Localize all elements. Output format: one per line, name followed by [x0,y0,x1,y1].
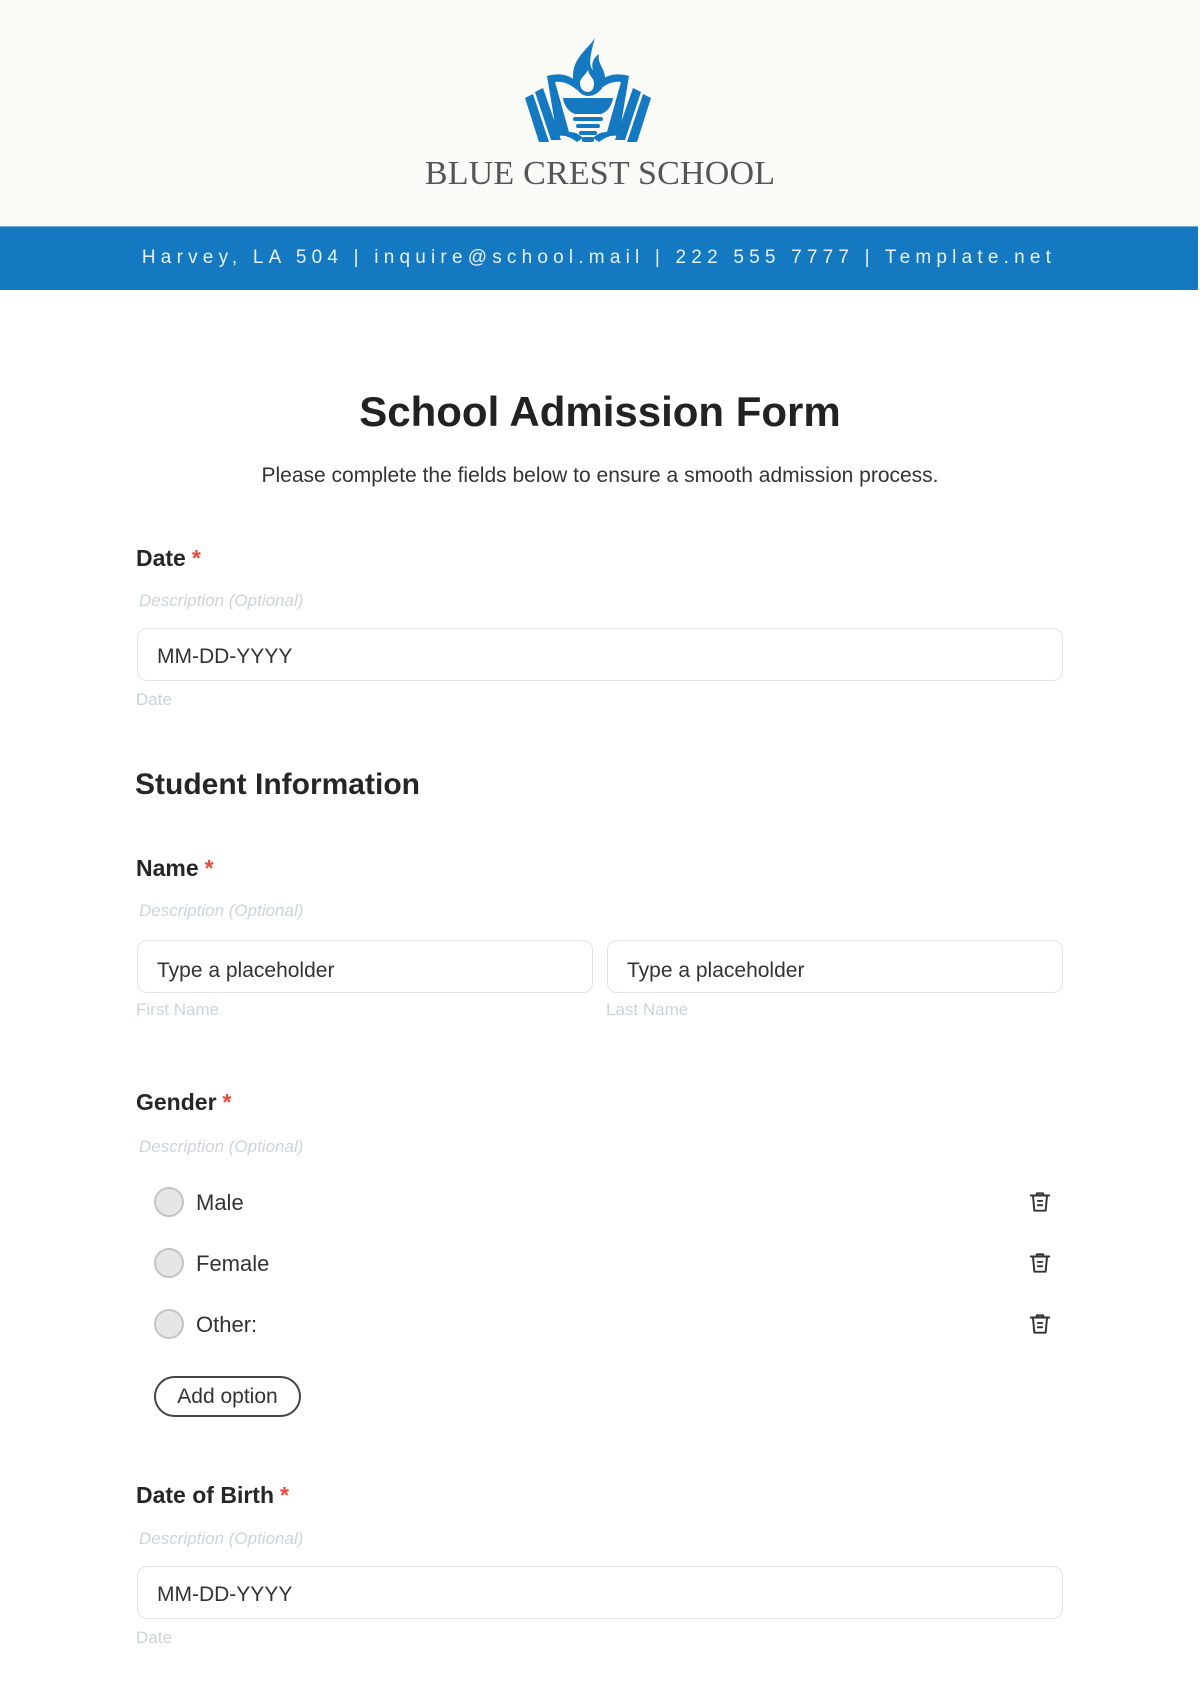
trash-icon[interactable] [1027,1250,1053,1276]
gender-option-female: Female [154,1243,1054,1283]
option-label[interactable]: Male [196,1190,244,1216]
form-title: School Admission Form [359,388,841,435]
date-helper-text: Date [136,690,172,709]
date-label: Date * [136,545,201,572]
radio-button[interactable] [154,1248,184,1278]
option-label[interactable]: Female [196,1251,269,1277]
form-subtitle: Please complete the fields below to ensu… [261,464,939,487]
option-label[interactable]: Other: [196,1312,257,1338]
gender-option-other: Other: [154,1304,1054,1344]
dob-helper-text: Date [136,1628,172,1647]
first-name-helper: First Name [136,1000,220,1019]
radio-button[interactable] [154,1309,184,1339]
name-label: Name * [136,855,214,882]
required-asterisk: * [204,855,214,881]
gender-option-male: Male [154,1182,1054,1222]
gender-description[interactable]: Description (Optional) [139,1137,303,1157]
contact-banner: Harvey, LA 504 | inquire@school.mail | 2… [0,226,1198,290]
date-input[interactable]: MM-DD-YYYY [137,628,1063,681]
dob-description[interactable]: Description (Optional) [139,1529,303,1549]
school-name: BLUE CREST SCHOOL [424,155,776,192]
last-name-helper: Last Name [606,1000,689,1019]
last-name-input[interactable]: Type a placeholder [607,940,1063,993]
trash-icon[interactable] [1027,1189,1053,1215]
trash-icon[interactable] [1027,1311,1053,1337]
school-logo-icon [525,38,651,142]
date-description[interactable]: Description (Optional) [139,591,303,611]
date-label-text: Date [136,545,186,571]
dob-label: Date of Birth * [136,1482,289,1509]
required-asterisk: * [191,545,201,571]
required-asterisk: * [222,1089,232,1115]
dob-input[interactable]: MM-DD-YYYY [137,1566,1063,1619]
name-description[interactable]: Description (Optional) [139,901,303,921]
section-heading-student-information: Student Information [135,768,420,801]
contact-info: Harvey, LA 504 | inquire@school.mail | 2… [141,247,1057,268]
radio-button[interactable] [154,1187,184,1217]
name-label-text: Name [136,855,199,881]
first-name-input[interactable]: Type a placeholder [137,940,593,993]
gender-label-text: Gender [136,1089,217,1115]
school-header: BLUE CREST SCHOOL [0,0,1200,226]
dob-label-text: Date of Birth [136,1482,274,1508]
add-option-button[interactable]: Add option [154,1376,301,1417]
gender-label: Gender * [136,1089,231,1116]
required-asterisk: * [280,1482,289,1508]
